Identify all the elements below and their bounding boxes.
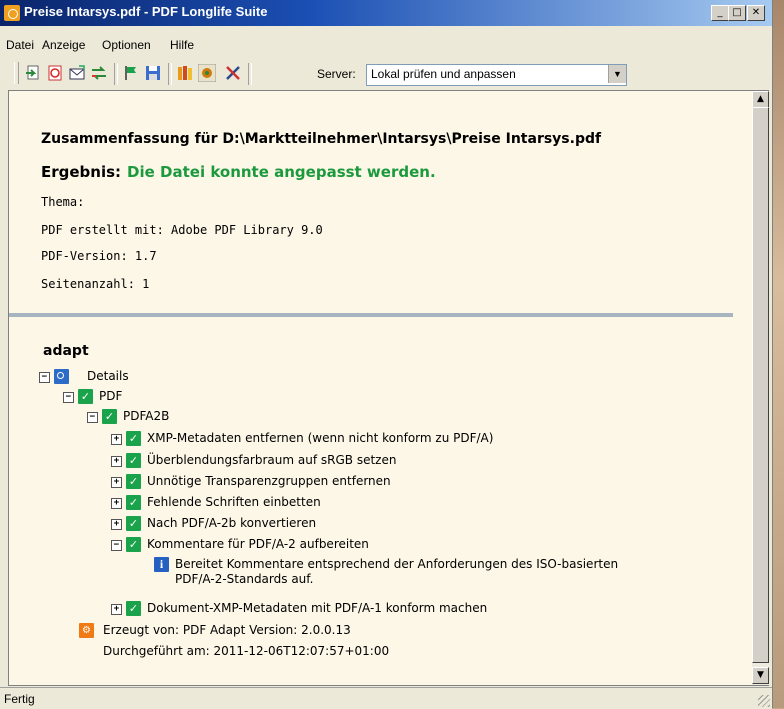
check-icon: ✓: [126, 601, 141, 616]
check-icon: ✓: [126, 537, 141, 552]
tree-node-label: Nach PDF/A-2b konvertieren: [147, 516, 317, 530]
expand-icon[interactable]: +: [111, 519, 122, 530]
tools-icon[interactable]: [224, 64, 242, 82]
details-icon: [54, 369, 69, 384]
result-label: Ergebnis:: [41, 163, 122, 181]
info-icon: i: [154, 557, 169, 572]
menu-optionen[interactable]: Optionen: [102, 38, 151, 52]
toolbar: Server: Lokal prüfen und anpassen ▼: [14, 60, 768, 88]
theme-text: Thema:: [41, 195, 85, 209]
page-count-text: Seitenanzahl: 1: [41, 277, 150, 291]
toolbar-separator: [114, 63, 118, 85]
gear-icon[interactable]: [198, 64, 216, 82]
server-dropdown-value: Lokal prüfen und anpassen: [371, 67, 516, 81]
server-label: Server:: [317, 67, 356, 81]
books-icon[interactable]: [176, 64, 194, 82]
result-value: Die Datei konnte angepasst werden.: [127, 163, 436, 181]
toolbar-separator: [248, 63, 252, 85]
info-text: Bereitet Kommentare entsprechend der Anf…: [175, 557, 619, 571]
tree-node-label: PDFA2B: [123, 409, 170, 423]
menu-hilfe[interactable]: Hilfe: [170, 38, 194, 52]
chevron-down-icon[interactable]: ▼: [608, 65, 626, 83]
expand-icon[interactable]: +: [111, 456, 122, 467]
scroll-thumb[interactable]: [752, 107, 769, 663]
tree-node-label: PDF: [99, 389, 123, 403]
resize-grip-icon[interactable]: [758, 695, 770, 707]
server-dropdown[interactable]: Lokal prüfen und anpassen ▼: [366, 64, 627, 86]
tree-node-label: Unnötige Transparenzgruppen entfernen: [147, 474, 391, 488]
status-text: Fertig: [4, 692, 35, 706]
mail-icon[interactable]: [68, 64, 86, 82]
app-logo-icon: [4, 5, 20, 21]
vertical-scrollbar[interactable]: ▲ ▼: [752, 91, 769, 685]
info-text-continued: PDF/A-2-Standards auf.: [175, 572, 314, 586]
check-icon: ✓: [126, 453, 141, 468]
app-window: Preise Intarsys.pdf - PDF Longlife Suite…: [0, 0, 773, 709]
adapt-heading: adapt: [43, 343, 89, 359]
version-text: PDF-Version: 1.7: [41, 249, 157, 263]
report-view[interactable]: Zusammenfassung für D:\Marktteilnehmer\I…: [8, 90, 769, 686]
scroll-up-icon[interactable]: ▲: [752, 91, 769, 108]
check-icon: ✓: [126, 431, 141, 446]
menu-datei[interactable]: Datei: [6, 38, 34, 52]
date-text: Durchgeführt am: 2011-12-06T12:07:57+01:…: [103, 644, 390, 658]
collapse-icon[interactable]: −: [111, 540, 122, 551]
summary-title: Zusammenfassung für D:\Marktteilnehmer\I…: [41, 131, 602, 147]
section-divider: [9, 313, 733, 317]
gear-icon: ⚙: [79, 623, 94, 638]
window-title: Preise Intarsys.pdf - PDF Longlife Suite: [24, 4, 268, 19]
collapse-icon[interactable]: −: [39, 372, 50, 383]
tree-node-label: Details: [87, 369, 129, 383]
expand-icon[interactable]: +: [111, 477, 122, 488]
maximize-button[interactable]: □: [728, 5, 746, 21]
toolbar-grip[interactable]: [14, 62, 19, 84]
collapse-icon[interactable]: −: [63, 392, 74, 403]
status-bar: Fertig: [0, 687, 772, 709]
expand-icon[interactable]: +: [111, 498, 122, 509]
title-bar[interactable]: Preise Intarsys.pdf - PDF Longlife Suite…: [0, 0, 772, 26]
scroll-down-icon[interactable]: ▼: [752, 667, 769, 684]
tree-node-label: Überblendungsfarbraum auf sRGB setzen: [147, 453, 397, 467]
result-line: Ergebnis: Die Datei konnte angepasst werd…: [41, 163, 436, 181]
menu-anzeige[interactable]: Anzeige: [42, 38, 85, 52]
close-button[interactable]: ✕: [747, 5, 765, 21]
minimize-button[interactable]: _: [711, 5, 729, 21]
expand-icon[interactable]: +: [111, 434, 122, 445]
collapse-icon[interactable]: −: [87, 412, 98, 423]
desktop-background: [772, 0, 784, 708]
creator-text: PDF erstellt mit: Adobe PDF Library 9.0: [41, 223, 323, 237]
tree-node-label: XMP-Metadaten entfernen (wenn nicht konf…: [147, 431, 494, 445]
tree-node-label: Fehlende Schriften einbetten: [147, 495, 321, 509]
producer-text: Erzeugt von: PDF Adapt Version: 2.0.0.13: [103, 623, 351, 637]
check-icon: ✓: [126, 495, 141, 510]
check-icon: ✓: [126, 516, 141, 531]
check-icon: ✓: [102, 409, 117, 424]
tree-node-label: Kommentare für PDF/A-2 aufbereiten: [147, 537, 369, 551]
check-icon: ✓: [126, 474, 141, 489]
pdf-icon[interactable]: [46, 64, 64, 82]
import-icon[interactable]: [24, 64, 42, 82]
save-icon[interactable]: [144, 64, 162, 82]
convert-icon[interactable]: [90, 64, 108, 82]
tree-node-label: Dokument-XMP-Metadaten mit PDF/A-1 konfo…: [147, 601, 488, 615]
menu-bar: Datei Anzeige Optionen Hilfe: [0, 34, 772, 56]
flag-icon[interactable]: [122, 64, 140, 82]
toolbar-separator: [168, 63, 172, 85]
expand-icon[interactable]: +: [111, 604, 122, 615]
check-icon: ✓: [78, 389, 93, 404]
